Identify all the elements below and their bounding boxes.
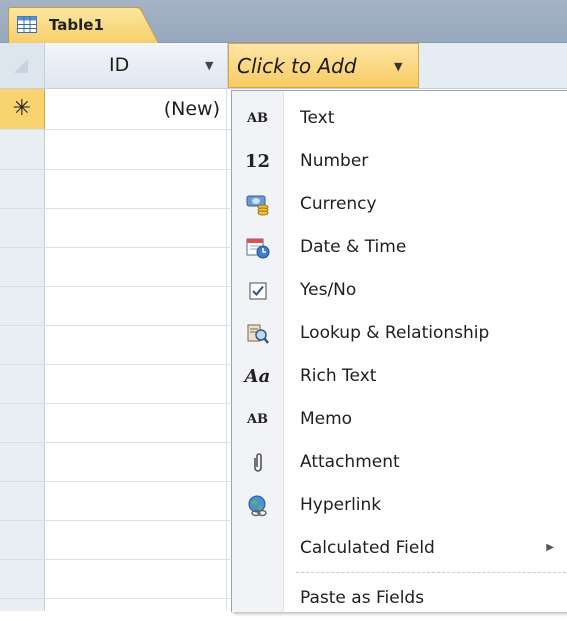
column-dropdown-icon[interactable]: ▼	[205, 59, 213, 72]
calendar-clock-icon	[232, 226, 283, 269]
menu-item-label: Hyperlink	[300, 495, 382, 515]
lookup-magnifier-icon	[232, 312, 283, 355]
menu-item-label: Memo	[300, 409, 353, 429]
new-record-id-cell[interactable]: (New)	[45, 89, 227, 129]
ab-memo-icon: AB	[246, 412, 269, 427]
column-header-id-label: ID	[109, 54, 130, 76]
field-type-menu: AB Text 12 Number Currency Date & Time Y…	[231, 90, 567, 612]
menu-item-label: Rich Text	[300, 366, 377, 386]
tab-table1[interactable]: Table1	[8, 7, 142, 43]
grid-line	[0, 481, 230, 482]
menu-item-number[interactable]: 12 Number	[232, 140, 567, 183]
datasheet-header: ID ▼ Click to Add ▼	[0, 43, 567, 89]
menu-item-label: Date & Time	[300, 237, 407, 257]
menu-item-yes-no[interactable]: Yes/No	[232, 269, 567, 312]
paperclip-icon	[232, 441, 283, 484]
menu-item-label: Yes/No	[300, 280, 357, 300]
menu-item-text[interactable]: AB Text	[232, 97, 567, 140]
menu-item-hyperlink[interactable]: Hyperlink	[232, 484, 567, 527]
column-header-id[interactable]: ID ▼	[45, 43, 228, 88]
menu-item-rich-text[interactable]: Aa Rich Text	[232, 355, 567, 398]
rich-text-aa-icon: Aa	[244, 366, 271, 387]
menu-item-label: Calculated Field	[300, 538, 435, 558]
menu-item-currency[interactable]: Currency	[232, 183, 567, 226]
grid-line	[0, 520, 230, 521]
select-all-button[interactable]	[0, 43, 45, 88]
menu-item-label: Paste as Fields	[300, 588, 425, 608]
grid-line	[0, 403, 230, 404]
datasheet-grid	[0, 130, 230, 611]
menu-item-lookup-relationship[interactable]: Lookup & Relationship	[232, 312, 567, 355]
menu-item-paste-as-fields[interactable]: Paste as Fields	[232, 577, 567, 620]
grid-line	[0, 286, 230, 287]
number-12-icon: 12	[244, 151, 271, 172]
grid-line	[0, 208, 230, 209]
grid-line	[0, 598, 230, 599]
grid-divider	[226, 130, 227, 611]
menu-item-label: Lookup & Relationship	[300, 323, 490, 343]
grid-line	[0, 364, 230, 365]
menu-item-label: Currency	[300, 194, 377, 214]
menu-item-label: Text	[300, 108, 335, 128]
click-to-add-label: Click to Add	[237, 54, 357, 78]
currency-coins-icon	[232, 183, 283, 226]
tab-label: Table1	[49, 16, 104, 34]
menu-item-label: Attachment	[300, 452, 400, 472]
grid-line	[0, 442, 230, 443]
ab-text-icon: AB	[246, 111, 269, 126]
globe-link-icon	[232, 484, 283, 527]
new-record-selector[interactable]: ✳	[0, 89, 45, 129]
document-tab-strip: Table1	[0, 0, 567, 43]
select-all-triangle-icon	[14, 59, 28, 73]
menu-item-attachment[interactable]: Attachment	[232, 441, 567, 484]
menu-item-memo[interactable]: AB Memo	[232, 398, 567, 441]
table-icon	[17, 16, 37, 33]
grid-line	[0, 247, 230, 248]
submenu-arrow-icon: ▶	[546, 542, 554, 553]
grid-line	[0, 325, 230, 326]
column-header-click-to-add[interactable]: Click to Add ▼	[228, 43, 419, 88]
record-selector-column	[0, 130, 45, 611]
grid-line	[0, 559, 230, 560]
checkbox-checked-icon	[232, 269, 283, 312]
click-to-add-dropdown-icon[interactable]: ▼	[394, 60, 402, 73]
grid-line	[0, 169, 230, 170]
menu-item-label: Number	[300, 151, 369, 171]
menu-item-calculated-field[interactable]: Calculated Field ▶	[232, 527, 567, 570]
menu-separator	[296, 572, 566, 573]
menu-item-date-time[interactable]: Date & Time	[232, 226, 567, 269]
